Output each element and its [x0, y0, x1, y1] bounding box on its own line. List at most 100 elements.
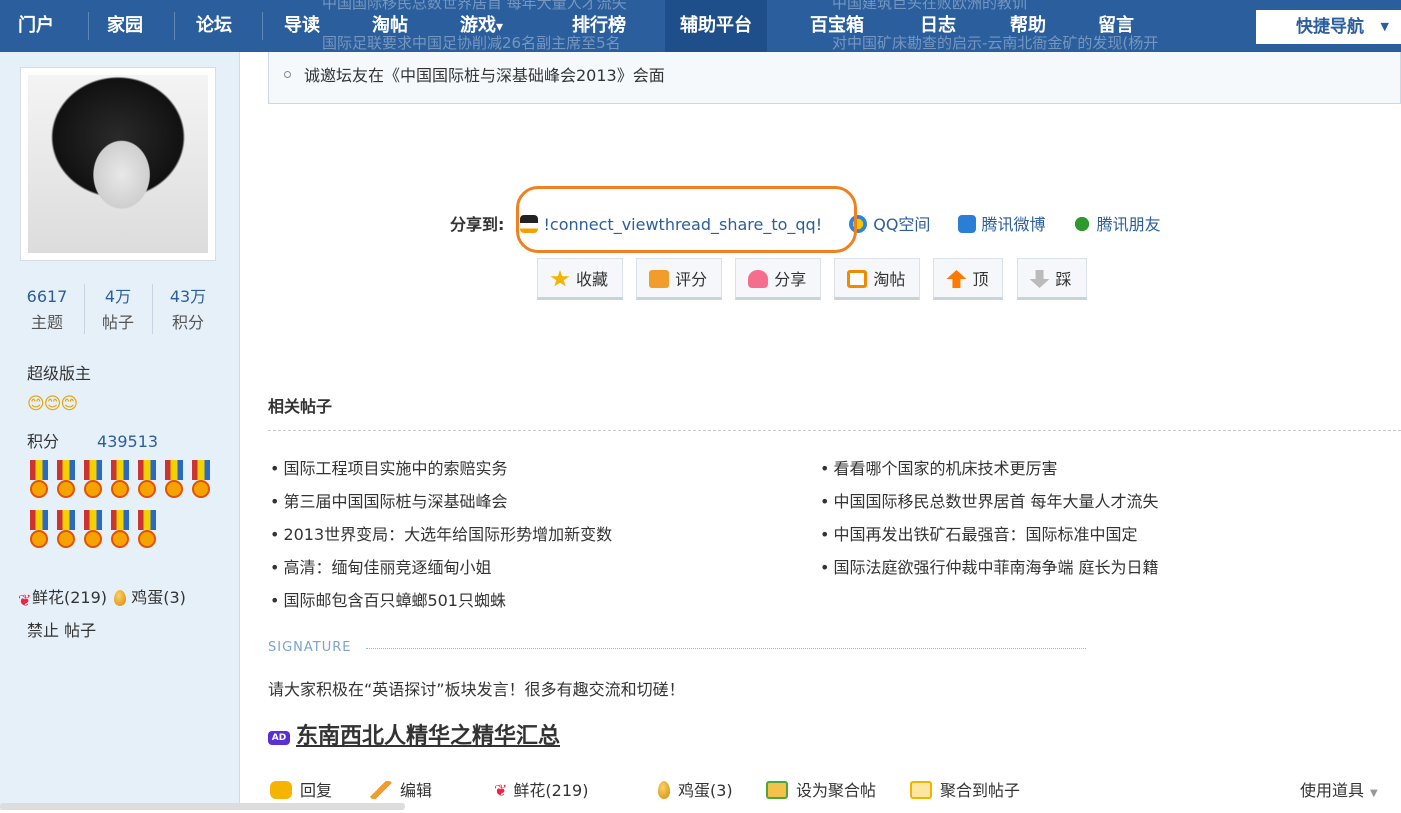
nav-divider: [262, 12, 263, 40]
avatar[interactable]: [20, 67, 216, 261]
quick-nav-label: 快捷导航: [1296, 17, 1364, 37]
related-post-link[interactable]: 国际工程项目实施中的索赔实务: [270, 455, 507, 479]
share-button[interactable]: 分享: [735, 258, 822, 300]
medal-ribbon: [30, 510, 48, 530]
medal-icon[interactable]: [189, 460, 213, 504]
stat-divider: [152, 284, 153, 334]
document-icon: [910, 781, 932, 799]
aggregate-to-label: 聚合到帖子: [940, 781, 1021, 800]
stat-threads-label: 主题: [30, 313, 63, 332]
related-post-link[interactable]: 2013世界变局：大选年给国际形势增加新变数: [270, 521, 612, 545]
nav-home[interactable]: 家园: [107, 0, 143, 52]
share-weibo-link[interactable]: 腾讯微博: [957, 215, 1046, 234]
medals-list: [27, 460, 217, 560]
nav-forum[interactable]: 论坛: [196, 0, 232, 52]
chevron-down-icon: ▼: [1380, 20, 1389, 33]
stat-points[interactable]: 43万 积分: [158, 284, 218, 336]
medal-ribbon: [138, 460, 156, 480]
stat-threads[interactable]: 6617 主题: [17, 284, 77, 336]
nav-games-label: 游戏: [460, 15, 496, 36]
favorite-button[interactable]: 收藏: [537, 258, 624, 300]
share-qzone-label: QQ空间: [873, 215, 931, 234]
nav-guestbook[interactable]: 留言: [1098, 0, 1134, 52]
share-pengyou-link[interactable]: 腾讯朋友: [1072, 215, 1161, 234]
medal-icon[interactable]: [27, 460, 51, 504]
medal-disc: [165, 480, 183, 498]
medal-icon[interactable]: [81, 460, 105, 504]
related-post-link[interactable]: 国际法庭欲强行仲裁中菲南海争端 庭长为日籍: [820, 554, 1158, 578]
related-post-link[interactable]: 看看哪个国家的机床技术更厉害: [820, 455, 1057, 479]
flower-button[interactable]: ❦ 鲜花(219): [494, 772, 588, 810]
chevron-down-icon: ▼: [1370, 788, 1378, 799]
use-tools-dropdown[interactable]: 使用道具 ▼: [1300, 772, 1378, 813]
downvote-button[interactable]: 踩: [1016, 258, 1087, 300]
flower-count: 鲜花(219): [32, 588, 108, 607]
medal-icon[interactable]: [54, 460, 78, 504]
gifts-row: ❦鲜花(219) 鸡蛋(3): [18, 584, 186, 610]
related-post-link[interactable]: 中国国际移民总数世界居首 每年大量人才流失: [820, 488, 1158, 512]
ad-badge-icon: AD: [268, 731, 290, 745]
nav-portal[interactable]: 门户: [18, 0, 54, 52]
ban-posts-link[interactable]: 禁止 帖子: [27, 617, 96, 641]
share-pengyou-label: 腾讯朋友: [1096, 215, 1161, 234]
divider: [268, 430, 1401, 431]
nav-treasure[interactable]: 百宝箱: [810, 0, 864, 52]
favorite-label: 收藏: [576, 270, 609, 289]
medal-icon[interactable]: [108, 510, 132, 554]
upvote-button[interactable]: 顶: [933, 258, 1004, 300]
notice-item[interactable]: 诚邀坛友在《中国国际桩与深基础峰会2013》会面: [284, 62, 665, 86]
medal-icon[interactable]: [81, 510, 105, 554]
related-post-link[interactable]: 高清：缅甸佳丽竞逐缅甸小姐: [270, 554, 491, 578]
rate-button[interactable]: 评分: [636, 258, 723, 300]
medal-icon[interactable]: [54, 510, 78, 554]
top-nav-bar: 中国国际移民总数世界居首 每年大量人才流失 国际足联要求中国足协削减26名副主席…: [0, 0, 1401, 52]
user-role[interactable]: 超级版主: [27, 360, 91, 384]
egg-icon: [114, 590, 127, 606]
medal-icon[interactable]: [27, 510, 51, 554]
signature-text: 请大家积极在“英语探讨”板块发言！很多有趣交流和切磋！: [268, 680, 685, 699]
tools-label: 使用道具: [1300, 781, 1365, 800]
horizontal-scrollbar[interactable]: [0, 803, 405, 810]
aggregate-to-button[interactable]: 聚合到帖子: [910, 772, 1020, 810]
related-post-link[interactable]: 国际邮包含百只蟑螂501只蜘蛛: [270, 587, 506, 611]
nav-games[interactable]: 游戏▾: [460, 0, 503, 52]
downvote-label: 踩: [1055, 270, 1072, 289]
nav-divider: [88, 12, 89, 40]
share-label: 分享到:: [450, 215, 505, 234]
egg-button[interactable]: 鸡蛋(3): [658, 772, 733, 810]
egg-label: 鸡蛋(3): [678, 781, 733, 800]
medal-disc: [138, 530, 156, 548]
stat-posts[interactable]: 4万 帖子: [88, 284, 148, 336]
ad-link[interactable]: AD 东南西北人精华之精华汇总: [268, 718, 560, 750]
quick-nav-button[interactable]: 快捷导航 ▼: [1256, 10, 1401, 44]
thumbs-up-icon: [649, 270, 670, 288]
taotie-button[interactable]: 淘帖: [834, 258, 921, 300]
medal-disc: [57, 530, 75, 548]
medal-icon[interactable]: [135, 460, 159, 504]
nav-guide[interactable]: 导读: [284, 0, 320, 52]
stat-points-label: 积分: [171, 313, 204, 332]
speech-bubble-icon: [270, 781, 292, 799]
notice-box: 诚邀坛友在《中国国际桩与深基础峰会2013》会面: [268, 52, 1401, 104]
medal-icon[interactable]: [135, 510, 159, 554]
pencil-icon: [370, 781, 392, 799]
nav-assist-platform[interactable]: 辅助平台: [665, 0, 767, 52]
nav-taotie[interactable]: 淘帖: [372, 0, 408, 52]
related-post-link[interactable]: 中国再发出铁矿石最强音：国际标准中国定: [820, 521, 1137, 545]
medal-disc: [138, 480, 156, 498]
share-qzone-link[interactable]: QQ空间: [849, 215, 930, 234]
set-aggregate-button[interactable]: 设为聚合帖: [766, 772, 876, 810]
ad-text: 东南西北人精华之精华汇总: [296, 724, 561, 749]
user-profile-sidebar: 6617 主题 4万 帖子 43万 积分 超级版主 😊😊😊 积分 439513 ❦…: [0, 52, 240, 810]
related-post-link[interactable]: 第三届中国国际桩与深基础峰会: [270, 488, 507, 512]
nav-blog[interactable]: 日志: [920, 0, 956, 52]
tray-icon: [847, 270, 868, 288]
nav-ranking[interactable]: 排行榜: [572, 0, 626, 52]
tencent-weibo-icon: [957, 215, 976, 233]
flower-icon: ❦: [494, 781, 508, 800]
medal-icon[interactable]: [108, 460, 132, 504]
medal-icon[interactable]: [162, 460, 186, 504]
nav-help[interactable]: 帮助: [1010, 0, 1046, 52]
clover-icon: [1072, 215, 1091, 233]
arrow-up-icon: [946, 270, 967, 288]
